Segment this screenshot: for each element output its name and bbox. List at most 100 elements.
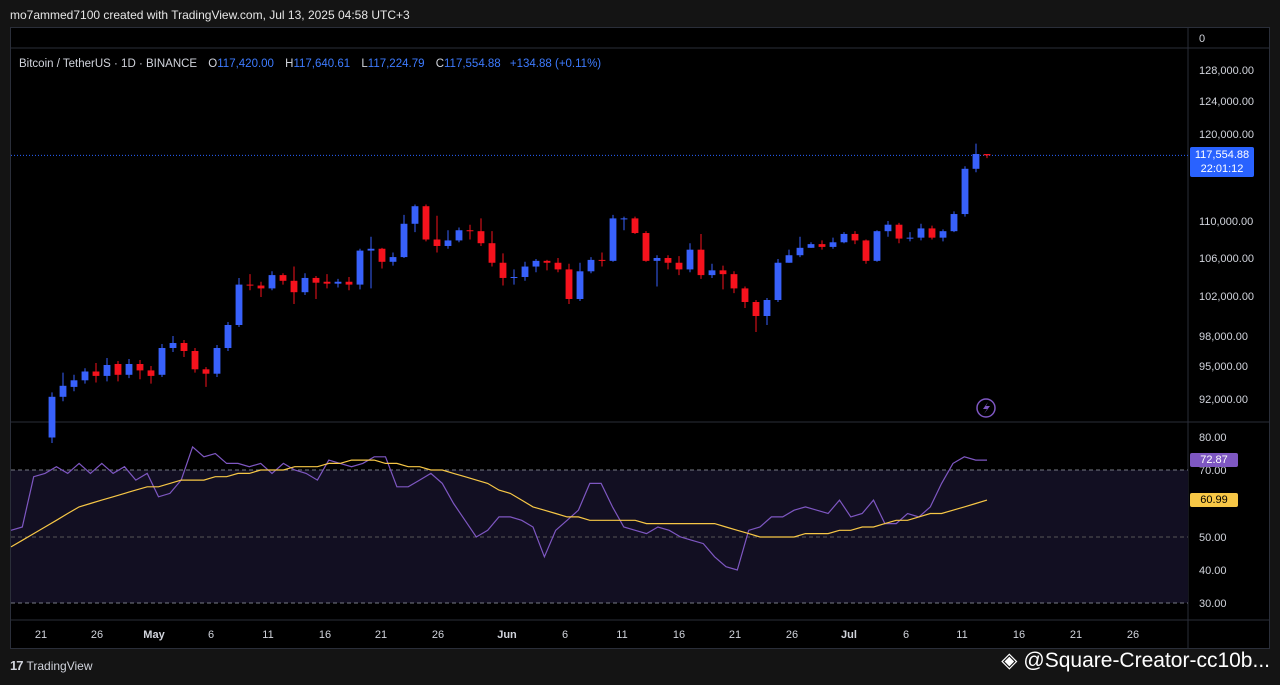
open-value: 117,420.00 bbox=[217, 58, 274, 70]
candle-body bbox=[411, 206, 419, 224]
candle-body bbox=[697, 249, 705, 276]
candle-body bbox=[433, 239, 441, 246]
candle-body bbox=[752, 302, 760, 316]
candle-body bbox=[444, 240, 452, 246]
candle-body bbox=[609, 218, 617, 261]
candle-body bbox=[565, 269, 573, 299]
price-tick-label: 106,000.00 bbox=[1199, 253, 1254, 265]
candle-body bbox=[554, 262, 562, 270]
candle-body bbox=[488, 243, 496, 263]
chart-canvas[interactable]: 0 128,000.00 124,000.00 120,000.00 110,000.0… bbox=[0, 0, 1280, 685]
candle-body bbox=[785, 255, 793, 263]
candle-body bbox=[268, 275, 276, 289]
time-tick-label: 6 bbox=[562, 629, 568, 641]
candle-body bbox=[334, 281, 342, 284]
candle-body bbox=[81, 371, 89, 381]
candle-body bbox=[345, 281, 353, 285]
candle-body bbox=[741, 288, 749, 302]
candle-body bbox=[939, 231, 947, 238]
candle-body bbox=[763, 300, 771, 316]
candle-body bbox=[851, 233, 859, 241]
candle-body bbox=[796, 247, 804, 256]
time-tick-label: 26 bbox=[1127, 629, 1139, 641]
change-value: +134.88 (+0.11%) bbox=[509, 58, 602, 70]
candle-body bbox=[312, 277, 320, 283]
candle-body bbox=[400, 223, 408, 258]
candle-body bbox=[70, 380, 78, 387]
price-tick-label: 110,000.00 bbox=[1199, 216, 1253, 228]
tv-logo-icon: 17 bbox=[10, 658, 24, 673]
candle-body bbox=[675, 262, 683, 270]
candle-body bbox=[642, 233, 650, 261]
candle-body bbox=[983, 154, 991, 156]
last-price-tag: 117,554.88 22:01:12 bbox=[1190, 147, 1254, 177]
time-tick-label: 26 bbox=[432, 629, 444, 641]
candle-body bbox=[873, 231, 881, 261]
rsi-tick-label: 50.00 bbox=[1199, 532, 1227, 544]
time-tick-label: 21 bbox=[375, 629, 387, 641]
ohlc-legend: Bitcoin / TetherUS · 1D · BINANCE O117,4… bbox=[19, 58, 601, 70]
countdown: 22:01:12 bbox=[1200, 163, 1244, 175]
time-tick-label: 11 bbox=[956, 629, 967, 641]
rsi-tick-label: 30.00 bbox=[1199, 598, 1227, 610]
candle-body bbox=[48, 396, 56, 438]
time-tick-label: 26 bbox=[91, 629, 103, 641]
candle-body bbox=[279, 275, 287, 281]
low-value: 117,224.79 bbox=[367, 58, 425, 70]
candle-body bbox=[169, 343, 177, 348]
candle-body bbox=[807, 244, 815, 248]
candle-body bbox=[290, 280, 298, 293]
candle-body bbox=[686, 249, 694, 270]
candle-body bbox=[158, 348, 166, 375]
high-value: 117,640.61 bbox=[293, 58, 351, 70]
candle-body bbox=[543, 260, 551, 263]
candle-body bbox=[378, 248, 386, 262]
price-tick-label: 120,000.00 bbox=[1199, 129, 1254, 141]
candle-body bbox=[818, 244, 826, 247]
open-label: O bbox=[208, 58, 218, 70]
candle-body bbox=[972, 154, 980, 169]
candle-body bbox=[961, 168, 969, 215]
candle-body bbox=[730, 274, 738, 289]
candle-body bbox=[147, 370, 155, 376]
candle-body bbox=[653, 258, 661, 261]
candle-body bbox=[191, 351, 199, 370]
candle-body bbox=[125, 364, 133, 375]
close-value: 117,554.88 bbox=[444, 58, 501, 70]
candle-body bbox=[92, 371, 100, 376]
candle-body bbox=[774, 262, 782, 300]
rsi-tick-label: 40.00 bbox=[1199, 565, 1227, 577]
last-price: 117,554.88 bbox=[1194, 149, 1250, 161]
candle-body bbox=[631, 218, 639, 234]
candle-body bbox=[224, 325, 232, 348]
price-tick-label: 98,000.00 bbox=[1199, 331, 1248, 343]
rsi-tick-label: 80.00 bbox=[1199, 432, 1227, 444]
time-tick-label: 21 bbox=[35, 629, 47, 641]
price-axis-top-label: 0 bbox=[1199, 33, 1205, 45]
candle-body bbox=[323, 281, 331, 284]
time-tick-label: Jun bbox=[497, 629, 517, 641]
lightning-bolt-icon bbox=[983, 402, 990, 414]
candle-body bbox=[598, 259, 606, 261]
time-tick-label: Jul bbox=[841, 629, 857, 641]
symbol-name[interactable]: Bitcoin / TetherUS · 1D · BINANCE bbox=[19, 58, 197, 70]
time-tick-label: 16 bbox=[1013, 629, 1025, 641]
price-tick-label: 102,000.00 bbox=[1199, 291, 1254, 303]
time-tick-label: 16 bbox=[673, 629, 685, 641]
tradingview-logo[interactable]: 17 TradingView bbox=[10, 658, 93, 673]
time-tick-label: 26 bbox=[786, 629, 798, 641]
candle-body bbox=[455, 230, 463, 241]
candle-body bbox=[477, 231, 485, 244]
time-tick-label: 11 bbox=[262, 629, 273, 641]
close-label: C bbox=[435, 58, 444, 70]
candle-body bbox=[246, 284, 254, 286]
candle-body bbox=[719, 270, 727, 275]
candle-body bbox=[510, 277, 518, 278]
watermark: ◈ @Square-Creator-cc10b... bbox=[1001, 648, 1270, 673]
time-tick-label: 6 bbox=[903, 629, 909, 641]
candle-body bbox=[59, 385, 67, 397]
candle-body bbox=[884, 224, 892, 232]
candle-body bbox=[301, 277, 309, 293]
candle-body bbox=[576, 271, 584, 299]
candle-body bbox=[103, 365, 111, 376]
